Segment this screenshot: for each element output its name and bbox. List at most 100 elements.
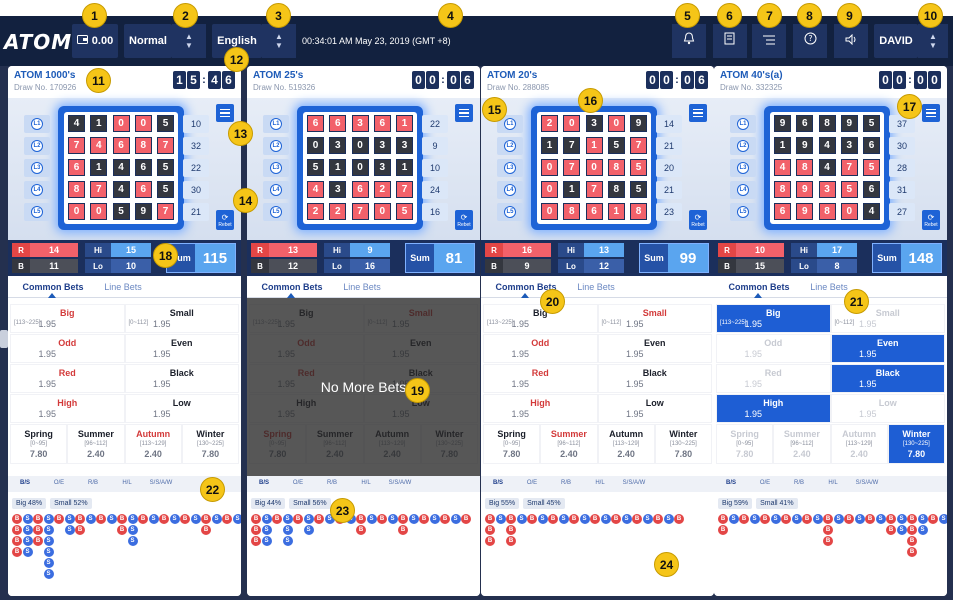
line-label[interactable]: L3 <box>497 159 523 177</box>
panel-title[interactable]: ATOM 20's <box>487 70 537 81</box>
rebet-button[interactable]: ⟳ Rebet <box>922 210 940 230</box>
road-tab[interactable]: S/S/A/W <box>850 476 884 492</box>
bet-option-winter[interactable]: Winter[130~225]7.80 <box>655 425 711 463</box>
bet-option-summer[interactable]: Summer[96~112]2.40 <box>774 425 830 463</box>
bet-option-red[interactable]: Red1.95 <box>484 365 597 392</box>
bet-option-summer[interactable]: Summer[96~112]2.40 <box>68 425 124 463</box>
panel-title[interactable]: ATOM 25's <box>253 70 303 81</box>
line-label[interactable]: L1 <box>24 115 50 133</box>
language-stepper[interactable]: ▲ ▼ <box>262 24 296 58</box>
bet-option-spring[interactable]: Spring[0~95]7.80 <box>484 425 540 463</box>
line-label[interactable]: L5 <box>24 203 50 221</box>
line-label[interactable]: L5 <box>497 203 523 221</box>
line-label[interactable]: L4 <box>263 181 289 199</box>
tab-line-bets[interactable]: Line Bets <box>337 276 387 297</box>
bet-option-small[interactable]: Small [0~112]1.95 <box>125 305 238 332</box>
board-menu-button[interactable] <box>689 104 707 122</box>
notification-button[interactable] <box>672 24 706 58</box>
line-label[interactable]: L3 <box>730 159 756 177</box>
road-tab[interactable]: R/B <box>315 476 349 492</box>
road-tab[interactable]: R/B <box>782 476 816 492</box>
line-label[interactable]: L3 <box>24 159 50 177</box>
rebet-button[interactable]: ⟳ Rebet <box>689 210 707 230</box>
road-tab[interactable]: O/E <box>748 476 782 492</box>
bet-option-black[interactable]: Black1.95 <box>598 365 711 392</box>
road-tab[interactable]: H/L <box>349 476 383 492</box>
bet-option-black[interactable]: Black1.95 <box>831 365 944 392</box>
bet-option-autumn[interactable]: Autumn[113~129]2.40 <box>598 425 654 463</box>
road-tab[interactable]: B/S <box>247 476 281 492</box>
line-label[interactable]: L2 <box>730 137 756 155</box>
bet-option-even[interactable]: Even1.95 <box>831 335 944 362</box>
road-tab[interactable]: B/S <box>481 476 515 492</box>
road-tab[interactable]: O/E <box>42 476 76 492</box>
results-list-button[interactable] <box>752 24 786 58</box>
road-tab[interactable]: S/S/A/W <box>383 476 417 492</box>
bet-option-low[interactable]: Low1.95 <box>598 395 711 422</box>
bet-option-high[interactable]: High1.95 <box>484 395 597 422</box>
bet-option-small[interactable]: Small [0~112]1.95 <box>598 305 711 332</box>
bet-option-even[interactable]: Even1.95 <box>125 335 238 362</box>
line-label[interactable]: L1 <box>730 115 756 133</box>
panel-title[interactable]: ATOM 40's(a) <box>720 70 783 81</box>
road-tab[interactable]: O/E <box>515 476 549 492</box>
user-name[interactable]: DAVID <box>874 24 918 58</box>
bet-option-spring[interactable]: Spring[0~95]7.80 <box>717 425 773 463</box>
bet-option-big[interactable]: Big[113~225]1.95 <box>717 305 830 332</box>
bet-option-low[interactable]: Low1.95 <box>125 395 238 422</box>
help-button[interactable]: ? <box>793 24 827 58</box>
line-label[interactable]: L5 <box>263 203 289 221</box>
bet-history-button[interactable] <box>713 24 747 58</box>
bet-option-low[interactable]: Low1.95 <box>831 395 944 422</box>
wallet-button[interactable]: 0.00 <box>72 24 118 58</box>
mode-select[interactable]: Normal <box>124 24 172 58</box>
bet-option-winter[interactable]: Winter[130~225]7.80 <box>182 425 238 463</box>
board-menu-button[interactable] <box>455 104 473 122</box>
road-tab[interactable]: H/L <box>816 476 850 492</box>
line-label[interactable]: L4 <box>730 181 756 199</box>
line-label[interactable]: L2 <box>24 137 50 155</box>
sound-button[interactable] <box>834 24 868 58</box>
bet-option-red[interactable]: Red1.95 <box>717 365 830 392</box>
bet-option-autumn[interactable]: Autumn[113~129]2.40 <box>831 425 887 463</box>
bet-option-black[interactable]: Black1.95 <box>125 365 238 392</box>
bet-option-red[interactable]: Red1.95 <box>11 365 124 392</box>
mode-stepper[interactable]: ▲ ▼ <box>172 24 206 58</box>
user-menu-stepper[interactable]: ▲ ▼ <box>918 24 948 58</box>
rebet-button[interactable]: ⟳ Rebet <box>216 210 234 230</box>
bet-option-autumn[interactable]: Autumn[113~129]2.40 <box>125 425 181 463</box>
panel-title[interactable]: ATOM 1000's <box>14 70 75 81</box>
bet-option-even[interactable]: Even1.95 <box>598 335 711 362</box>
line-label[interactable]: L4 <box>24 181 50 199</box>
bet-option-spring[interactable]: Spring[0~95]7.80 <box>11 425 67 463</box>
bet-option-summer[interactable]: Summer[96~112]2.40 <box>541 425 597 463</box>
line-label[interactable]: L1 <box>263 115 289 133</box>
road-tab[interactable]: R/B <box>76 476 110 492</box>
road-tab[interactable]: S/S/A/W <box>144 476 178 492</box>
line-label[interactable]: L2 <box>497 137 523 155</box>
bet-option-odd[interactable]: Odd1.95 <box>717 335 830 362</box>
road-tab[interactable]: H/L <box>110 476 144 492</box>
bet-option-winter[interactable]: Winter[130~225]7.80 <box>888 425 944 463</box>
bet-option-high[interactable]: High1.95 <box>11 395 124 422</box>
road-tab[interactable]: B/S <box>714 476 748 492</box>
line-label[interactable]: L3 <box>263 159 289 177</box>
board-menu-button[interactable] <box>922 104 940 122</box>
bet-option-high[interactable]: High1.95 <box>717 395 830 422</box>
road-tab[interactable]: S/S/A/W <box>617 476 651 492</box>
road-tab[interactable]: B/S <box>8 476 42 492</box>
road-tab[interactable]: R/B <box>549 476 583 492</box>
board-menu-button[interactable] <box>216 104 234 122</box>
rebet-button[interactable]: ⟳ Rebet <box>455 210 473 230</box>
line-label[interactable]: L5 <box>730 203 756 221</box>
road-tab[interactable]: H/L <box>583 476 617 492</box>
bet-option-big[interactable]: Big[113~225]1.95 <box>484 305 597 332</box>
line-label[interactable]: L4 <box>497 181 523 199</box>
bet-option-odd[interactable]: Odd1.95 <box>484 335 597 362</box>
bet-option-odd[interactable]: Odd1.95 <box>11 335 124 362</box>
line-label[interactable]: L2 <box>263 137 289 155</box>
tab-line-bets[interactable]: Line Bets <box>571 276 621 297</box>
road-tab[interactable]: O/E <box>281 476 315 492</box>
tab-line-bets[interactable]: Line Bets <box>98 276 148 297</box>
bet-option-big[interactable]: Big[113~225]1.95 <box>11 305 124 332</box>
